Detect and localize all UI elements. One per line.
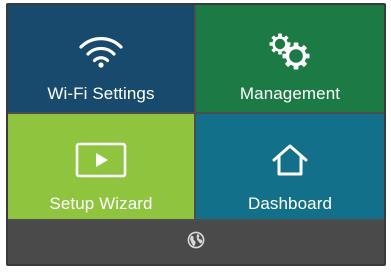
home-icon — [196, 141, 384, 179]
setup-wizard-tile[interactable]: Setup Wizard — [8, 114, 194, 219]
management-label: Management — [239, 84, 341, 103]
setup-wizard-label: Setup Wizard — [49, 194, 153, 213]
dashboard-tile[interactable]: Dashboard — [196, 114, 384, 219]
wifi-settings-tile[interactable]: Wi-Fi Settings — [8, 5, 194, 112]
footer-bar — [8, 221, 384, 264]
play-icon — [8, 141, 194, 179]
dashboard-label: Dashboard — [247, 194, 333, 213]
globe-icon[interactable] — [187, 231, 205, 254]
gears-icon — [196, 33, 384, 70]
wifi-icon — [8, 33, 194, 69]
device-screen: Wi-Fi Settings Management Setup Wizard D… — [6, 3, 386, 266]
management-tile[interactable]: Management — [196, 5, 384, 112]
wifi-settings-label: Wi-Fi Settings — [47, 84, 155, 103]
